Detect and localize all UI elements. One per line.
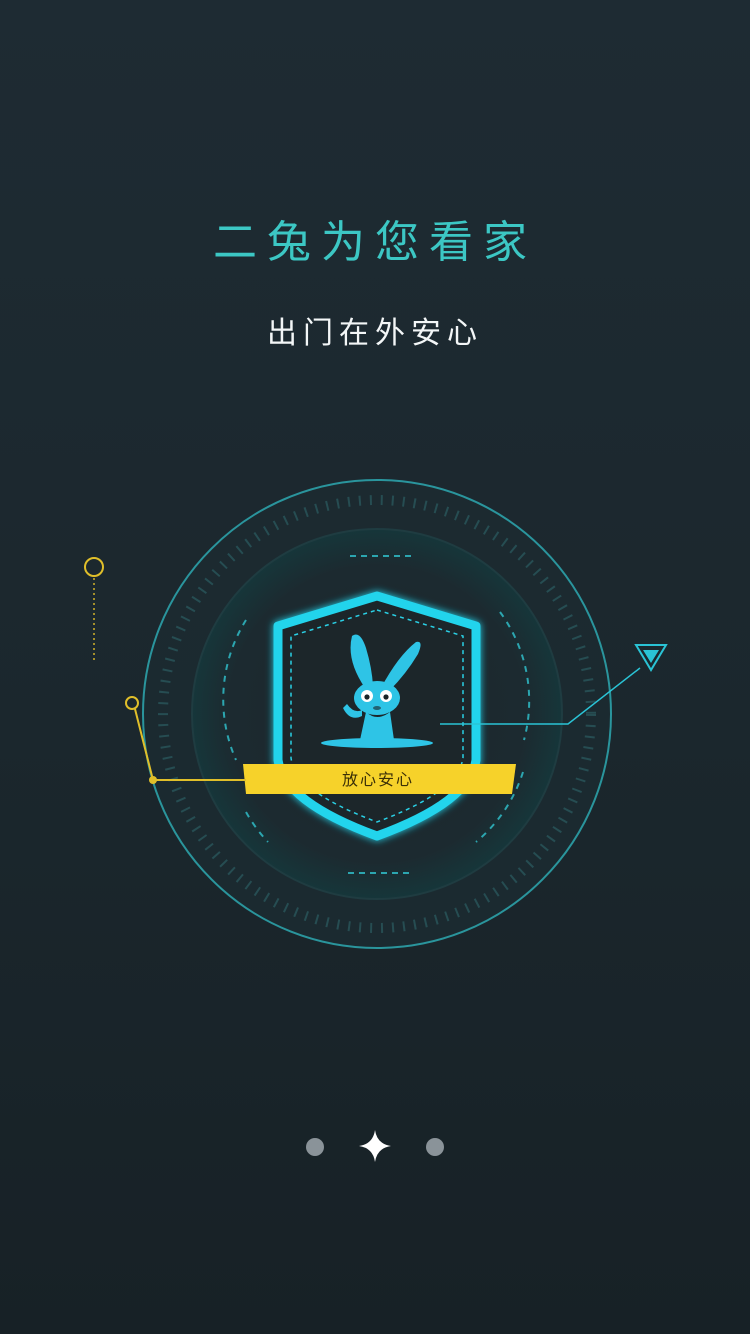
page-dot-1[interactable] xyxy=(306,1138,324,1156)
connector-dot-left xyxy=(149,776,157,784)
star-icon[interactable] xyxy=(355,1126,395,1166)
marker-circle-top-left xyxy=(84,557,104,577)
shield-icon xyxy=(273,591,481,841)
marker-circle-left xyxy=(125,696,139,710)
page-dot-3[interactable] xyxy=(426,1138,444,1156)
triangle-marker-icon xyxy=(634,644,668,672)
badge-label: 放心安心 xyxy=(341,770,414,789)
page-indicator[interactable] xyxy=(0,1126,750,1166)
onboarding-screen[interactable]: 二兔为您看家 出门在外安心 放心安心 xyxy=(0,0,750,1334)
